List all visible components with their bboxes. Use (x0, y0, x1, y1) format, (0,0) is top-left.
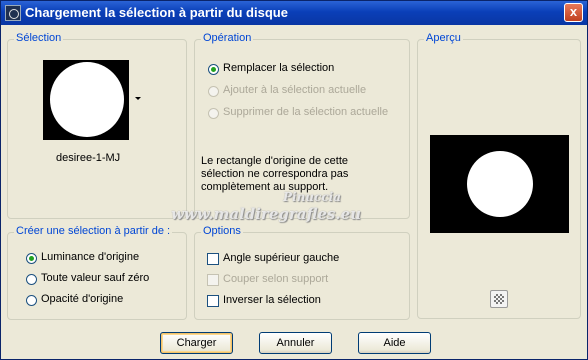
close-icon: x (569, 4, 578, 19)
radio-nonzero[interactable] (26, 274, 37, 285)
radio-replace-label[interactable]: Remplacer la sélection (223, 62, 334, 74)
window-title: Chargement la sélection à partir du disq… (25, 5, 288, 20)
radio-subtract-selection[interactable] (208, 108, 219, 119)
checkbox-invert-selection-label[interactable]: Inverser la sélection (223, 294, 321, 306)
checkbox-crop-to-canvas-label[interactable]: Couper selon support (223, 273, 328, 285)
preview-legend: Aperçu (424, 32, 463, 44)
radio-replace-selection[interactable] (208, 64, 219, 75)
app-icon (5, 5, 21, 21)
selection-group: Sélection desiree-1-MJ (7, 32, 187, 219)
white-circle-selection-thumbnail[interactable] (43, 60, 129, 140)
radio-subtract-label[interactable]: Supprimer de la sélection actuelle (223, 106, 388, 118)
radio-luminance[interactable] (26, 253, 37, 264)
create-from-group: Créer une sélection à partir de : Lumina… (7, 225, 187, 320)
radio-opacity[interactable] (26, 295, 37, 306)
operation-note-line-2: sélection ne correspondra pas (201, 168, 349, 180)
preview-image (430, 135, 569, 233)
radio-luminance-label[interactable]: Luminance d'origine (41, 251, 139, 263)
selection-legend: Sélection (14, 32, 64, 44)
dialog-window: Chargement la sélection à partir du disq… (0, 0, 588, 360)
checkbox-top-left-corner-label[interactable]: Angle supérieur gauche (223, 252, 339, 264)
radio-nonzero-label[interactable]: Toute valeur sauf zéro (41, 272, 149, 284)
checkbox-top-left-corner[interactable] (207, 253, 219, 265)
operation-note-line-1: Le rectangle d'origine de cette (201, 155, 349, 167)
create-from-legend: Créer une sélection à partir de : (14, 225, 173, 237)
checkbox-invert-selection[interactable] (207, 295, 219, 307)
operation-note-line-3: complètement au support. (201, 181, 329, 193)
checkbox-crop-to-canvas[interactable] (207, 274, 219, 286)
help-button[interactable]: Aide (358, 332, 431, 354)
chevron-down-icon[interactable] (135, 97, 141, 100)
load-button[interactable]: Charger (160, 332, 233, 354)
radio-add-label[interactable]: Ajouter à la sélection actuelle (223, 84, 366, 96)
transparency-checker-icon[interactable] (490, 290, 508, 308)
title-bar[interactable]: Chargement la sélection à partir du disq… (1, 1, 587, 25)
preview-group: Aperçu (417, 32, 581, 319)
radio-add-selection[interactable] (208, 86, 219, 97)
cancel-button[interactable]: Annuler (259, 332, 332, 354)
selection-name: desiree-1-MJ (56, 152, 121, 164)
close-button[interactable]: x (564, 3, 583, 22)
options-legend: Options (201, 225, 243, 237)
operation-group: Opération Remplacer la sélection Ajouter… (194, 32, 410, 219)
operation-legend: Opération (201, 32, 254, 44)
radio-opacity-label[interactable]: Opacité d'origine (41, 293, 123, 305)
options-group: Options Angle supérieur gauche Couper se… (194, 225, 410, 320)
